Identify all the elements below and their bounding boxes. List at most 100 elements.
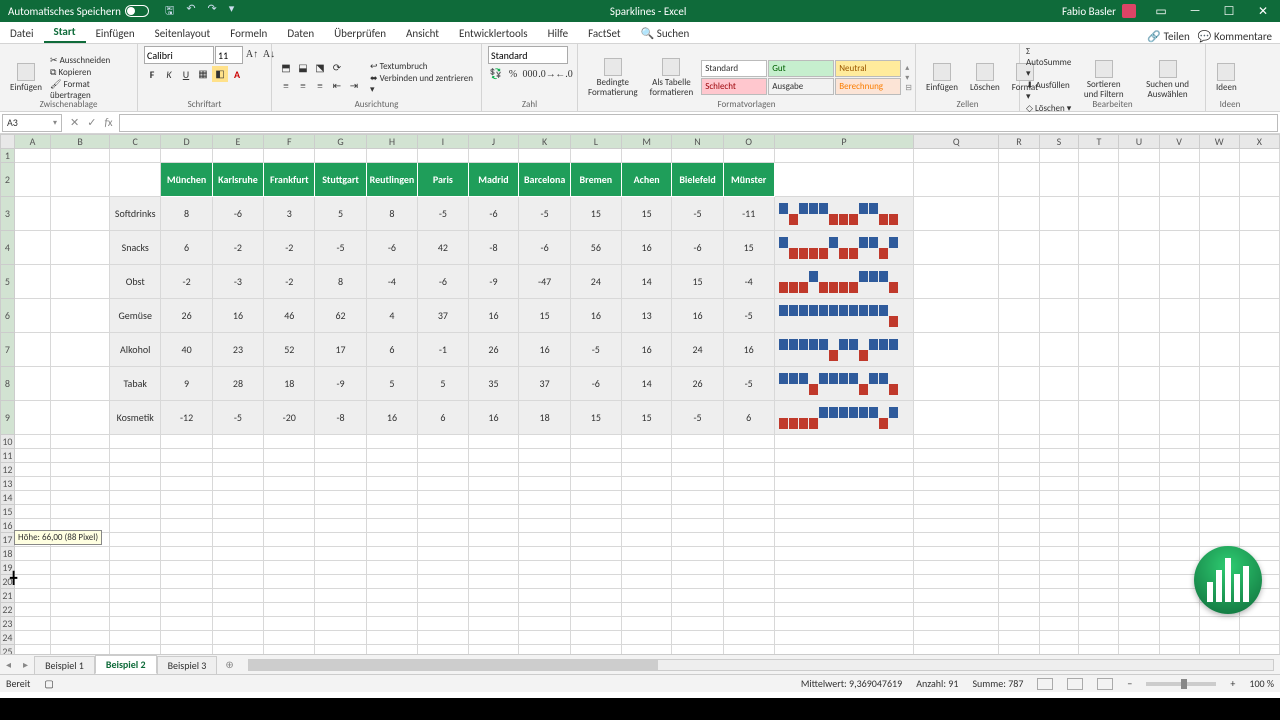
avatar-icon (1122, 4, 1136, 18)
number-format-select[interactable] (488, 46, 568, 64)
worksheet-grid[interactable]: ABCDEFGHIJKLMNOPQRSTUVWX12MünchenKarlsru… (0, 134, 1280, 654)
fx-icon[interactable]: fx (104, 116, 112, 129)
zoom-in-icon[interactable]: + (1230, 677, 1235, 690)
indent-dec-icon[interactable]: ⇤ (329, 79, 345, 95)
currency-icon[interactable]: 💱 (488, 66, 504, 82)
styles-more-icon[interactable]: ⊟ (905, 83, 912, 93)
row-resize-cursor-icon: ╋ (10, 571, 17, 586)
tab-factset[interactable]: FactSet (578, 24, 631, 43)
autosum-button[interactable]: Σ AutoSumme ▾ (1026, 46, 1071, 79)
enter-formula-icon[interactable]: ✓ (87, 116, 96, 129)
sort-filter-button[interactable]: Sortieren und Filtern (1075, 58, 1132, 102)
paste-button[interactable]: Einfügen (6, 61, 46, 95)
redo-icon[interactable]: ↷ (208, 2, 217, 21)
ideas-button[interactable]: Ideen (1212, 61, 1241, 95)
delete-cells-icon (976, 63, 994, 81)
group-label-styles: Formatvorlagen (578, 99, 915, 110)
styles-down-icon[interactable]: ▾ (905, 73, 912, 83)
inc-decimal-icon[interactable]: .0→ (539, 66, 555, 82)
sheet-tab-1[interactable]: Beispiel 1 (34, 656, 95, 674)
comments-button[interactable]: 💬 Kommentare (1198, 30, 1272, 43)
tab-daten[interactable]: Daten (277, 24, 324, 43)
styles-up-icon[interactable]: ▴ (905, 63, 912, 73)
tab-entwicklertools[interactable]: Entwicklertools (449, 24, 538, 43)
copy-button[interactable]: ⧉ Kopieren (50, 67, 131, 78)
font-name-select[interactable] (144, 46, 214, 64)
group-label-font: Schriftart (138, 99, 271, 110)
window-title: Sparklines - Excel (242, 5, 1054, 18)
find-icon (1159, 60, 1177, 78)
add-sheet-button[interactable]: ⊕ (217, 658, 241, 671)
align-right-icon[interactable]: ≡ (312, 79, 328, 95)
tab-datei[interactable]: Datei (0, 24, 44, 43)
view-pagebreak-icon[interactable] (1097, 678, 1113, 690)
formula-input[interactable] (119, 114, 1278, 132)
dec-decimal-icon[interactable]: ←.0 (556, 66, 572, 82)
tab-seitenlayout[interactable]: Seitenlayout (145, 24, 221, 43)
sheet-tab-3[interactable]: Beispiel 3 (157, 656, 218, 674)
align-bottom-icon[interactable]: ⬔ (312, 61, 328, 77)
search-box[interactable]: 🔍 Suchen (631, 24, 700, 43)
qat-more-icon[interactable]: ▾ (229, 2, 235, 21)
maximize-icon[interactable]: ☐ (1212, 4, 1246, 19)
share-button[interactable]: 🔗 Teilen (1147, 30, 1189, 43)
zoom-out-icon[interactable]: − (1127, 677, 1132, 690)
comma-icon[interactable]: 000 (522, 66, 538, 82)
save-icon[interactable]: 🖫 (165, 2, 174, 21)
autosave-toggle[interactable]: Automatisches Speichern (0, 5, 157, 18)
align-top-icon[interactable]: ⬒ (278, 61, 294, 77)
tab-hilfe[interactable]: Hilfe (538, 24, 578, 43)
account-button[interactable]: Fabio Basler (1054, 4, 1144, 18)
zoom-slider[interactable] (1146, 682, 1216, 686)
align-center-icon[interactable]: ≡ (295, 79, 311, 95)
sheet-nav-next-icon[interactable]: ▸ (17, 658, 34, 671)
close-icon[interactable]: ✕ (1246, 4, 1280, 19)
view-pagelayout-icon[interactable] (1067, 678, 1083, 690)
wrap-text-button[interactable]: ↩ Textumbruch (370, 61, 475, 72)
percent-icon[interactable]: % (505, 66, 521, 82)
format-as-table-button[interactable]: Als Tabelle formatieren (646, 56, 698, 100)
tab-start[interactable]: Start (44, 22, 86, 43)
quick-access-toolbar[interactable]: 🖫 ↶ ↷ ▾ (157, 2, 242, 21)
italic-button[interactable]: K (161, 66, 177, 82)
bold-button[interactable]: F (144, 66, 160, 82)
ribbon-options-icon[interactable]: ▭ (1144, 4, 1178, 19)
indent-inc-icon[interactable]: ⇥ (346, 79, 362, 95)
status-count: Anzahl: 91 (916, 677, 958, 690)
delete-cells-button[interactable]: Löschen (966, 61, 1004, 95)
font-size-select[interactable] (215, 46, 243, 64)
underline-button[interactable]: U (178, 66, 194, 82)
cancel-formula-icon[interactable]: ✕ (70, 116, 79, 129)
tab-einfuegen[interactable]: Einfügen (86, 24, 145, 43)
tab-formeln[interactable]: Formeln (220, 24, 277, 43)
name-box[interactable]: A3▾ (2, 114, 62, 132)
merge-center-button[interactable]: ⬌ Verbinden und zentrieren ▾ (370, 73, 475, 95)
table-icon (662, 58, 680, 76)
tab-ansicht[interactable]: Ansicht (396, 24, 449, 43)
align-middle-icon[interactable]: ⬓ (295, 61, 311, 77)
row-height-tooltip: Höhe: 66,00 (88 Pixel) (14, 530, 102, 545)
fill-color-button[interactable]: ◧ (212, 66, 228, 82)
sheet-nav-prev-icon[interactable]: ◂ (0, 658, 17, 671)
undo-icon[interactable]: ↶ (186, 2, 195, 21)
zoom-level[interactable]: 100 % (1249, 677, 1274, 690)
horizontal-scrollbar[interactable] (248, 659, 1274, 671)
tab-ueberpruefen[interactable]: Überprüfen (324, 24, 396, 43)
border-button[interactable]: ▦ (195, 66, 211, 82)
insert-cells-button[interactable]: Einfügen (922, 61, 962, 95)
font-color-button[interactable]: A (229, 66, 245, 82)
cut-button[interactable]: ✂ Ausschneiden (50, 55, 131, 66)
title-bar: Automatisches Speichern 🖫 ↶ ↷ ▾ Sparklin… (0, 0, 1280, 22)
view-normal-icon[interactable] (1037, 678, 1053, 690)
cell-styles-gallery[interactable]: Standard Gut Neutral Schlecht Ausgabe Be… (701, 60, 901, 95)
align-left-icon[interactable]: ≡ (278, 79, 294, 95)
conditional-formatting-button[interactable]: Bedingte Formatierung (584, 56, 642, 100)
sheet-tab-2[interactable]: Beispiel 2 (95, 655, 157, 674)
orientation-icon[interactable]: ⟳ (329, 61, 345, 77)
increase-font-icon[interactable]: A↑ (244, 46, 260, 62)
group-label-clipboard: Zwischenablage (0, 99, 137, 110)
format-painter-button[interactable]: 🖌 Format übertragen (50, 79, 131, 101)
minimize-icon[interactable]: — (1178, 4, 1212, 19)
macro-record-icon[interactable]: ▢ (44, 677, 53, 690)
find-select-button[interactable]: Suchen und Auswählen (1136, 58, 1199, 102)
